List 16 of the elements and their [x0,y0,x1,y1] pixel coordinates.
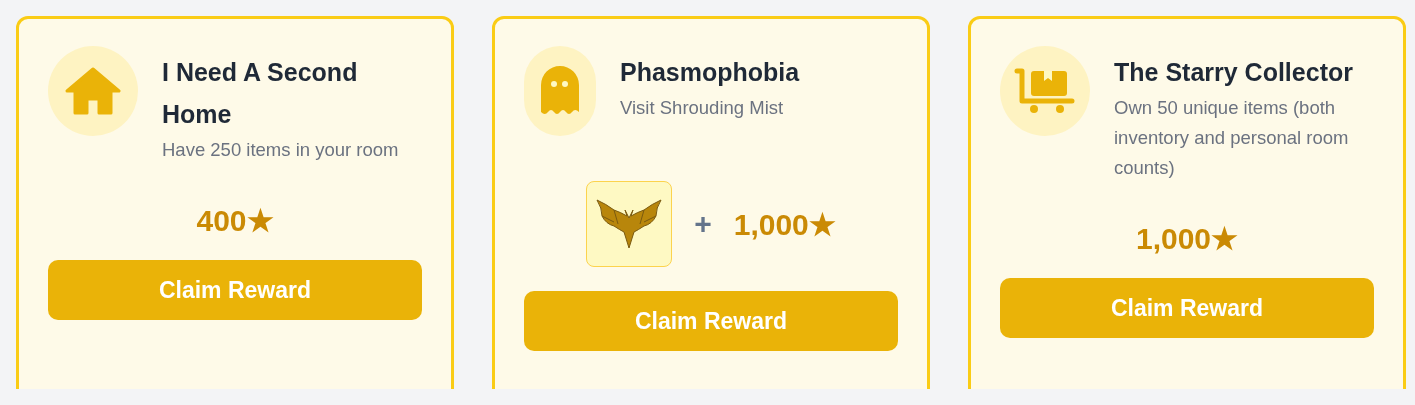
plus-sign: + [694,207,712,241]
achievement-title: Phasmophobia [620,57,800,88]
star-reward: 1,000★ [733,206,836,242]
star-reward: 400★ [196,203,274,238]
claim-reward-button[interactable]: Claim Reward [524,291,898,351]
achievement-description: Visit Shrouding Mist [620,96,785,120]
achievement-title: The Starry Collector [1114,57,1354,88]
cart-icon [1014,67,1076,115]
achievement-description: Have 250 items in your room [162,138,400,162]
achievement-description: Own 50 unique items (both inventory and personal room counts) [1114,96,1350,180]
claim-reward-button[interactable]: Claim Reward [48,260,422,320]
star-reward: 1,000★ [1135,221,1239,256]
claim-reward-button[interactable]: Claim Reward [1000,278,1374,338]
ghost-icon [541,66,579,116]
achievement-title: I Need A Second Home [162,57,359,130]
house-icon [65,67,121,115]
